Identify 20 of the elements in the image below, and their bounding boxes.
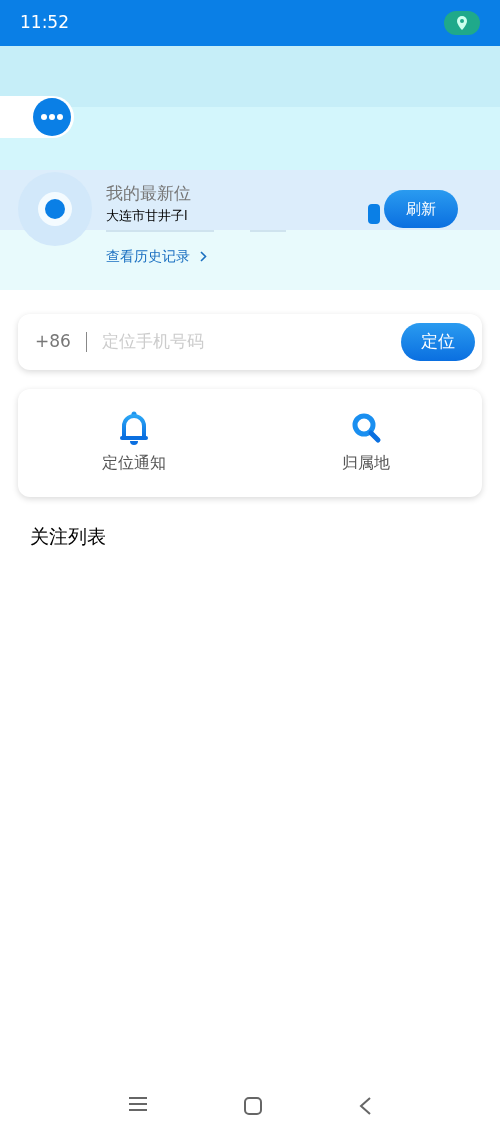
back-icon[interactable] bbox=[358, 1096, 373, 1116]
locate-button[interactable]: 定位 bbox=[401, 323, 475, 361]
location-address: 大连市甘井子l bbox=[106, 207, 189, 225]
status-time: 11:52 bbox=[20, 11, 69, 35]
menu-icon[interactable] bbox=[127, 1096, 148, 1112]
location-title: 我的最新位 bbox=[106, 182, 192, 204]
location-dot-icon bbox=[18, 172, 92, 246]
action-button[interactable]: 定位通知 bbox=[18, 389, 250, 497]
country-code[interactable]: +86 bbox=[35, 329, 71, 355]
more-icon bbox=[33, 98, 71, 136]
section-title: 关注列表 bbox=[30, 524, 107, 549]
more-button[interactable] bbox=[0, 96, 74, 138]
search-icon bbox=[350, 411, 382, 445]
history-link[interactable]: 查看历史记录 bbox=[106, 246, 286, 267]
refresh-button[interactable]: 刷新 bbox=[384, 190, 458, 228]
chevron-right-icon bbox=[200, 251, 207, 262]
bell-icon bbox=[118, 411, 150, 445]
action-button[interactable]: 归属地 bbox=[250, 389, 482, 497]
location-status-icon bbox=[444, 11, 480, 35]
home-icon[interactable] bbox=[243, 1096, 263, 1116]
